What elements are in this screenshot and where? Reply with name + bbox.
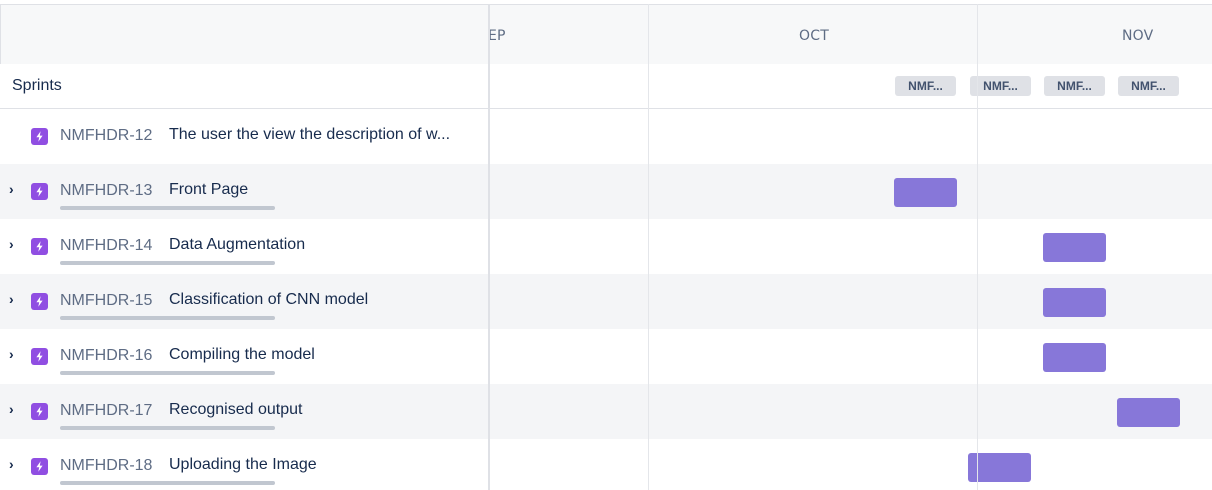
child-progress-bar bbox=[60, 316, 275, 320]
schedule-bar[interactable] bbox=[1117, 398, 1180, 427]
schedule-bar[interactable] bbox=[1043, 288, 1106, 317]
chevron-right-icon[interactable]: › bbox=[9, 402, 21, 416]
chevron-right-icon[interactable]: › bbox=[9, 237, 21, 251]
timeline-header: EP OCT NOV bbox=[488, 4, 1212, 65]
pane-resize-handle[interactable] bbox=[488, 4, 490, 490]
schedule-bar[interactable] bbox=[1043, 343, 1106, 372]
epic-lightning-icon bbox=[31, 238, 48, 255]
list-header bbox=[0, 4, 489, 65]
chevron-right-icon[interactable]: › bbox=[9, 347, 21, 361]
issue-row[interactable]: › NMFHDR-16 Compiling the model bbox=[0, 329, 1212, 384]
epic-lightning-icon bbox=[31, 128, 48, 145]
epic-lightning-icon bbox=[31, 458, 48, 475]
issue-key[interactable]: NMFHDR-12 bbox=[60, 127, 152, 145]
month-label-oct: OCT bbox=[799, 28, 829, 44]
issue-summary[interactable]: Recognised output bbox=[169, 401, 479, 419]
sprint-chip[interactable]: NMF... bbox=[1118, 76, 1179, 96]
issue-summary[interactable]: Data Augmentation bbox=[169, 236, 479, 254]
issue-key[interactable]: NMFHDR-16 bbox=[60, 347, 152, 365]
issue-summary[interactable]: Compiling the model bbox=[169, 346, 479, 364]
issue-row-details: NMFHDR-12 The user the view the descript… bbox=[0, 109, 488, 164]
issue-key[interactable]: NMFHDR-15 bbox=[60, 292, 152, 310]
issue-row-details: › NMFHDR-14 Data Augmentation bbox=[0, 219, 488, 274]
issue-row[interactable]: › NMFHDR-18 Uploading the Image bbox=[0, 439, 1212, 490]
issue-key[interactable]: NMFHDR-17 bbox=[60, 402, 152, 420]
issue-summary[interactable]: The user the view the description of w..… bbox=[169, 126, 479, 144]
sprint-chip[interactable]: NMF... bbox=[1044, 76, 1105, 96]
sprints-row: Sprints NMF... NMF... NMF... NMF... bbox=[0, 64, 1212, 109]
sprint-chip[interactable]: NMF... bbox=[970, 76, 1031, 96]
child-progress-bar bbox=[60, 371, 275, 375]
month-label-nov: NOV bbox=[1122, 28, 1154, 44]
chevron-right-icon[interactable]: › bbox=[9, 182, 21, 196]
child-progress-bar bbox=[60, 481, 275, 485]
issue-row-details: › NMFHDR-18 Uploading the Image bbox=[0, 439, 488, 490]
issue-row[interactable]: › NMFHDR-13 Front Page bbox=[0, 164, 1212, 219]
issue-row[interactable]: NMFHDR-12 The user the view the descript… bbox=[0, 109, 1212, 164]
issue-row-details: › NMFHDR-15 Classification of CNN model bbox=[0, 274, 488, 329]
epic-lightning-icon bbox=[31, 403, 48, 420]
schedule-bar[interactable] bbox=[1043, 233, 1106, 262]
issue-row[interactable]: › NMFHDR-14 Data Augmentation bbox=[0, 219, 1212, 274]
month-label-sep: EP bbox=[488, 28, 506, 44]
roadmap-view: EP OCT NOV Sprints NMF... NMF... NMF... … bbox=[0, 0, 1212, 490]
month-gridline bbox=[977, 4, 978, 490]
child-progress-bar bbox=[60, 206, 275, 210]
month-gridline bbox=[648, 4, 649, 490]
child-progress-bar bbox=[60, 261, 275, 265]
epic-lightning-icon bbox=[31, 183, 48, 200]
child-progress-bar bbox=[60, 426, 275, 430]
chevron-right-icon[interactable]: › bbox=[9, 457, 21, 471]
schedule-bar[interactable] bbox=[894, 178, 957, 207]
chevron-right-icon[interactable]: › bbox=[9, 292, 21, 306]
issue-row-details: › NMFHDR-16 Compiling the model bbox=[0, 329, 488, 384]
issue-summary[interactable]: Front Page bbox=[169, 181, 479, 199]
sprint-chip[interactable]: NMF... bbox=[895, 76, 956, 96]
issue-key[interactable]: NMFHDR-18 bbox=[60, 457, 152, 475]
epic-lightning-icon bbox=[31, 293, 48, 310]
issue-summary[interactable]: Uploading the Image bbox=[169, 456, 479, 474]
issue-row[interactable]: › NMFHDR-15 Classification of CNN model bbox=[0, 274, 1212, 329]
issue-summary[interactable]: Classification of CNN model bbox=[169, 291, 479, 309]
issue-key[interactable]: NMFHDR-14 bbox=[60, 237, 152, 255]
issue-row-details: › NMFHDR-17 Recognised output bbox=[0, 384, 488, 439]
issue-row[interactable]: › NMFHDR-17 Recognised output bbox=[0, 384, 1212, 439]
sprints-label: Sprints bbox=[12, 77, 62, 94]
issue-key[interactable]: NMFHDR-13 bbox=[60, 182, 152, 200]
issue-row-details: › NMFHDR-13 Front Page bbox=[0, 164, 488, 219]
epic-lightning-icon bbox=[31, 348, 48, 365]
